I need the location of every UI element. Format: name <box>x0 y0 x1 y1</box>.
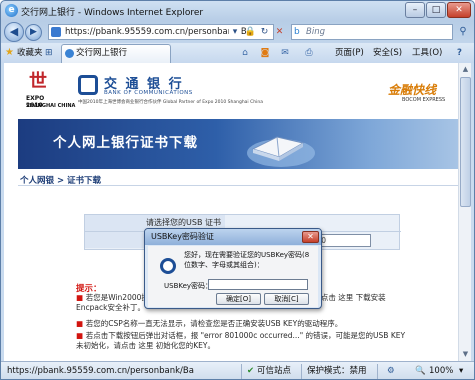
title-bar: e 交行网上银行 - Windows Internet Explorer – □… <box>1 1 474 21</box>
bocom-icon <box>160 258 176 274</box>
tab-label: 交行网上银行 <box>76 48 128 58</box>
dialog-message: 您好，现在需要验证您的USBKey密码(8位数字、字母或其组合)： <box>184 251 310 269</box>
address-url: https://pbank.95559.com.cn/personbank/B <box>65 27 247 37</box>
bank-name-en: BANK OF COMMUNICATIONS <box>104 90 193 96</box>
vertical-scrollbar[interactable]: ▲ ▼ <box>458 63 471 361</box>
address-row: ◀ ▶ https://pbank.95559.com.cn/personban… <box>1 21 474 43</box>
zoom-dropdown-icon[interactable]: ▾ <box>459 365 463 378</box>
forward-icon[interactable]: ▶ <box>25 24 42 41</box>
bullet-icon: ■ <box>76 293 86 302</box>
favorites-button[interactable]: ★ 收藏夹 <box>5 45 43 61</box>
bullet-icon: ■ <box>76 319 86 328</box>
add-favorites-icon[interactable]: ⊞ <box>45 45 59 61</box>
tools-menu[interactable]: 工具(O) <box>412 45 442 61</box>
divider <box>241 364 242 379</box>
page-title: 个人网上银行证书下载 <box>53 135 198 151</box>
window-title: 交行网上银行 - Windows Internet Explorer <box>21 8 204 18</box>
cancel-button[interactable]: 取消[C] <box>264 293 309 305</box>
bocom-logo-icon <box>78 75 98 95</box>
bing-icon: b <box>294 27 300 37</box>
search-icon[interactable]: ⚲ <box>456 25 470 39</box>
tip-text: 若点击下载按钮后弹出对话框，报 "error 801000c occurred.… <box>76 331 406 350</box>
help-icon[interactable]: ? <box>457 45 462 61</box>
home-icon[interactable]: ⌂ <box>239 47 251 59</box>
book-illustration-icon <box>247 136 315 167</box>
expo-logo: 世 EXPO 2010 SHANGHAI CHINA <box>26 71 75 111</box>
search-input[interactable]: b Bing <box>291 24 453 40</box>
scroll-thumb[interactable] <box>460 77 471 207</box>
feeds-icon[interactable]: ◙ <box>259 47 271 59</box>
tip-item: ■ 若点击下载按钮后弹出对话框，报 "error 801000c occurre… <box>76 331 406 351</box>
brand-logo: 金融快线 <box>388 83 437 97</box>
dialog-title: USBKey密码验证 <box>145 229 321 245</box>
expo-city: SHANGHAI CHINA <box>26 103 76 109</box>
divider <box>377 364 378 379</box>
tip-item: ■ 若您的CSP名称一直无法显示，请检查您是否正确安装USB KEY的驱动程序。 <box>76 319 406 329</box>
status-url: https://pbank.95559.com.cn/personbank/Ba <box>7 366 194 376</box>
dialog-body: 您好，现在需要验证您的USBKey密码(8位数字、字母或其组合)： USBKey… <box>148 246 318 307</box>
favorites-label: 收藏夹 <box>17 48 43 58</box>
lock-icon[interactable]: 🔒 <box>243 24 258 40</box>
tip-text: 若您的CSP名称一直无法显示，请检查您是否正确安装USB KEY的驱动程序。 <box>85 319 343 328</box>
dialog-close-button[interactable]: ✕ <box>302 231 319 243</box>
safety-menu[interactable]: 安全(S) <box>373 45 402 61</box>
refresh-icon[interactable]: ↻ <box>257 24 272 40</box>
ie-logo-icon: e <box>5 4 18 17</box>
stop-icon[interactable]: ✕ <box>272 24 287 40</box>
maximize-button[interactable]: □ <box>426 2 446 18</box>
expo-mark: 世 <box>29 71 47 92</box>
trusted-zone[interactable]: 可信站点 <box>257 365 291 378</box>
zoom-icon: 🔍 <box>415 366 426 376</box>
ok-button[interactable]: 确定[O] <box>216 293 261 305</box>
page-menu[interactable]: 页面(P) <box>335 45 364 61</box>
back-icon[interactable]: ◀ <box>4 22 24 42</box>
bank-header: 世 EXPO 2010 SHANGHAI CHINA 交 通 银 行 BANK … <box>18 67 458 117</box>
tab-site-icon <box>65 49 74 58</box>
settings-icon[interactable]: ⚙ <box>387 365 395 378</box>
protected-mode[interactable]: 保护模式：禁用 <box>307 365 367 378</box>
close-button[interactable]: ✕ <box>447 2 471 18</box>
brand-sub: BOCOM EXPRESS <box>402 97 446 103</box>
tab-row: ★ 收藏夹 ⊞ 交行网上银行 ⌂ ◙ ✉ ⎙ 页面(P) 安全(S) 工具(O)… <box>1 43 474 63</box>
mail-icon[interactable]: ✉ <box>279 47 291 59</box>
password-label: USBKey密码： <box>164 282 213 290</box>
scroll-up-icon[interactable]: ▲ <box>461 65 470 74</box>
browser-window: e 交行网上银行 - Windows Internet Explorer – □… <box>0 0 475 380</box>
status-bar: https://pbank.95559.com.cn/personbank/Ba… <box>1 361 474 379</box>
trusted-icon: ✔ <box>247 366 255 376</box>
print-icon[interactable]: ⎙ <box>303 47 315 59</box>
minimize-button[interactable]: – <box>405 2 425 18</box>
hero-banner: 个人网上银行证书下载 <box>18 119 458 169</box>
search-placeholder: Bing <box>306 27 325 37</box>
zoom-level[interactable]: 100% <box>429 365 453 378</box>
usbkey-password-dialog: USBKey密码验证 ✕ 您好，现在需要验证您的USBKey密码(8位数字、字母… <box>144 228 322 309</box>
divider <box>301 364 302 379</box>
address-dropdown-icon[interactable]: ▾ <box>229 25 241 39</box>
scroll-down-icon[interactable]: ▼ <box>461 350 470 359</box>
star-icon: ★ <box>5 47 14 58</box>
bullet-icon: ■ <box>76 331 86 340</box>
password-field[interactable] <box>208 279 308 290</box>
bank-note: 中国2010年上海世博会商业银行合作伙伴 Global Partner of E… <box>78 100 263 105</box>
page-content: 世 EXPO 2010 SHANGHAI CHINA 交 通 银 行 BANK … <box>4 63 471 361</box>
site-icon <box>51 27 61 37</box>
tab-bank[interactable]: 交行网上银行 <box>61 44 171 63</box>
divider <box>18 185 458 186</box>
